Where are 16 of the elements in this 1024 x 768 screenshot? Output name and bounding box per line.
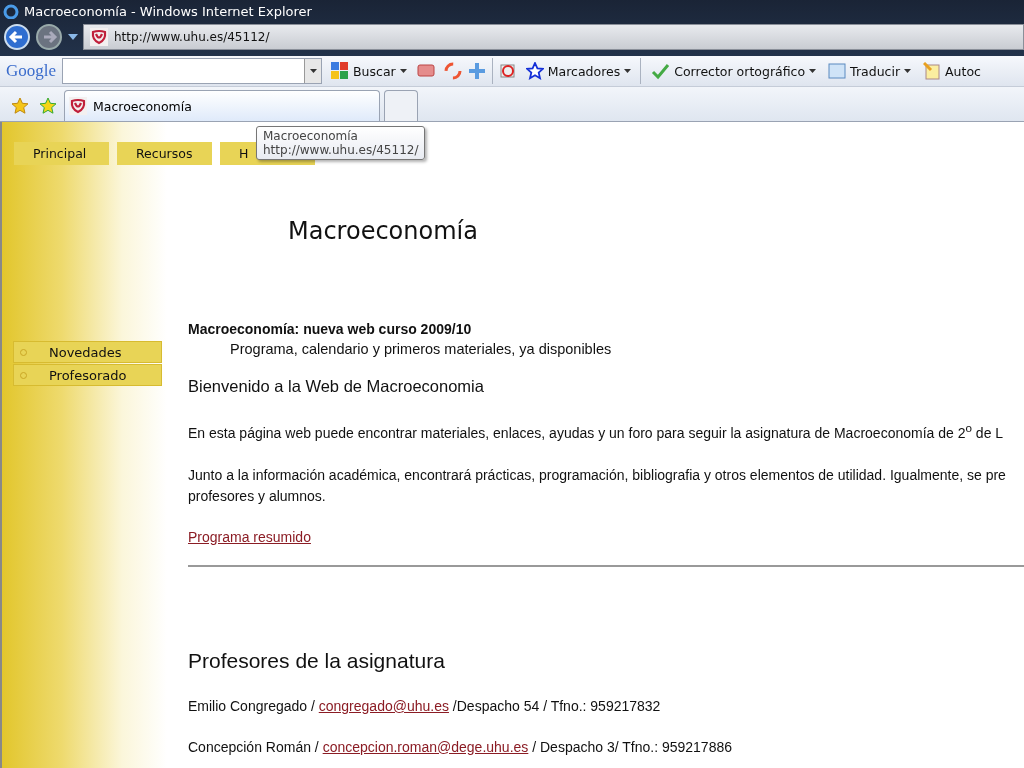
office-details: /Despacho 54 / Tfno.: 959217832 xyxy=(451,697,661,714)
url-text: http://www.uhu.es/45112/ xyxy=(114,30,270,44)
tooltip-url: http://www.uhu.es/45112/ xyxy=(263,143,419,157)
professor-name: Emilio Congregado / xyxy=(188,697,316,714)
section-heading: Profesores de la asignatura xyxy=(188,648,446,673)
paragraph: Junto a la información académica, encontrará prácticas, programación, bibliografia y otros elementos de utilidad. Igualmente, se pre profesores y alumnos. xyxy=(188,465,1007,506)
professor-name: Concepción Román / xyxy=(188,738,320,755)
paragraph: En esta página web puede encontrar materiales, enlaces, ayudas y un foro para seguir la asignatura de Macroeconomía de 2$^{o}$ de L xyxy=(188,420,1005,443)
tooltip-title: Macroeconomía xyxy=(263,129,359,143)
news-title: Macroeconomía: nueva web curso 2009/10 xyxy=(188,321,473,337)
google-logo: Google xyxy=(6,61,57,81)
page-title: Macroeconomía xyxy=(288,217,479,245)
welcome-heading: Bienvenido a la Web de Macroeconomia xyxy=(188,377,485,396)
news-text: Programa, calendario y primeros materiales, ya disponibles xyxy=(230,341,613,357)
office-details: / Despacho 3/ Tfno.: 959217886 xyxy=(531,738,732,755)
window-title: Macroeconomía - Windows Internet Explorer xyxy=(24,3,312,19)
